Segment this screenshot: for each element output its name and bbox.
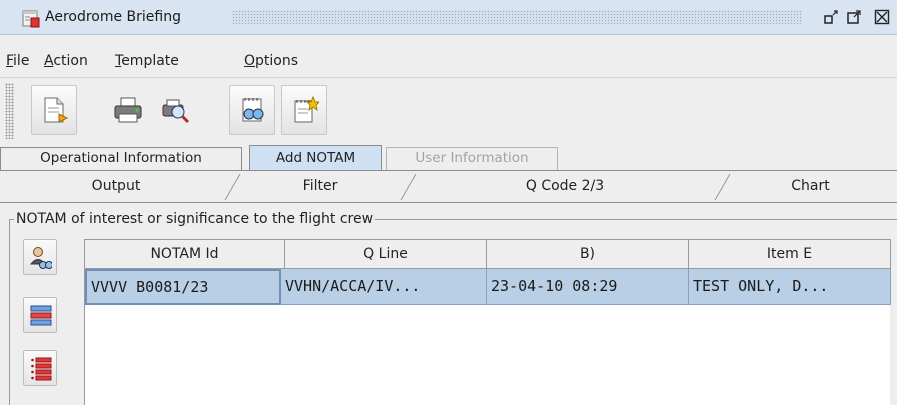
window-title: Aerodrome Briefing <box>45 9 182 25</box>
tab-add-notam[interactable]: Add NOTAM <box>249 145 382 170</box>
app-icon <box>22 10 40 28</box>
new-notam-icon <box>294 96 319 123</box>
view-notam-button[interactable] <box>229 85 275 135</box>
edit-list-icon <box>30 305 52 326</box>
group-title: NOTAM of interest or significance to the… <box>14 211 376 227</box>
close-icon[interactable] <box>874 9 890 25</box>
view-notam-icon <box>242 98 264 122</box>
tab-user-information: User Information <box>386 147 558 170</box>
toolbar-grip[interactable] <box>5 83 14 139</box>
search-user-button[interactable] <box>23 239 57 275</box>
table-row[interactable]: VVVV B0081/23 VVHN/ACCA/IV... 23-04-10 0… <box>85 269 891 305</box>
tab-q-code[interactable]: Q Code 2/3 <box>410 171 720 202</box>
table-cell-notam-id[interactable]: VVVV B0081/23 <box>85 269 281 305</box>
column-header-b[interactable]: B) <box>487 240 689 268</box>
new-notam-button[interactable] <box>281 85 327 135</box>
toolbar <box>0 79 897 145</box>
print-preview-button[interactable] <box>152 85 198 135</box>
secondary-tab-row: Output Filter Q Code 2/3 Chart <box>0 170 897 203</box>
table-cell-item-e[interactable]: TEST ONLY, D... <box>689 269 891 305</box>
maximize-icon[interactable] <box>846 9 862 25</box>
notam-table[interactable]: NOTAM Id Q Line B) Item E VVVV B0081/23 … <box>84 239 891 405</box>
print-icon <box>114 97 142 123</box>
column-header-item-e[interactable]: Item E <box>689 240 891 268</box>
menu-template[interactable]: Template <box>115 51 179 71</box>
new-document-icon <box>44 97 69 123</box>
list-button[interactable] <box>23 350 57 386</box>
title-drag-area[interactable] <box>232 10 802 24</box>
table-cell-b[interactable]: 23-04-10 08:29 <box>487 269 689 305</box>
menu-options[interactable]: Options <box>244 51 298 71</box>
column-header-q-line[interactable]: Q Line <box>285 240 487 268</box>
menu-action[interactable]: Action <box>44 51 88 71</box>
menu-file[interactable]: File <box>6 51 29 71</box>
column-header-notam-id[interactable]: NOTAM Id <box>85 240 285 268</box>
title-bar[interactable]: Aerodrome Briefing <box>0 0 897 35</box>
table-header: NOTAM Id Q Line B) Item E <box>85 239 891 269</box>
edit-list-button[interactable] <box>23 297 57 333</box>
print-button[interactable] <box>104 85 150 135</box>
tab-output[interactable]: Output <box>0 171 232 202</box>
list-icon <box>31 357 52 381</box>
tab-operational-information[interactable]: Operational Information <box>0 147 242 170</box>
minimize-icon[interactable] <box>823 9 839 25</box>
tab-filter[interactable]: Filter <box>234 171 406 202</box>
user-search-icon <box>30 247 52 269</box>
table-cell-q-line[interactable]: VVHN/ACCA/IV... <box>281 269 487 305</box>
tab-chart[interactable]: Chart <box>724 171 897 202</box>
menu-bar: File Action Template Options <box>0 36 897 78</box>
new-document-button[interactable] <box>31 85 77 135</box>
print-preview-icon <box>162 99 190 124</box>
primary-tab-row: Operational Information Add NOTAM User I… <box>0 145 897 170</box>
